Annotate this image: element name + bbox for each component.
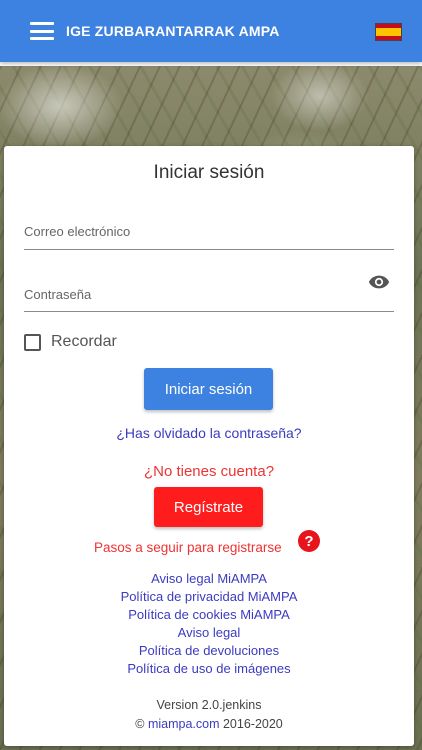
password-field[interactable]: Contraseña xyxy=(24,268,394,313)
legal-link[interactable]: Política de devoluciones xyxy=(4,642,414,660)
legal-link[interactable]: Aviso legal MiAMPA xyxy=(4,570,414,588)
spain-flag-icon[interactable] xyxy=(375,23,402,41)
legal-link[interactable]: Aviso legal xyxy=(4,624,414,642)
legal-link[interactable]: Política de cookies MiAMPA xyxy=(4,606,414,624)
menu-icon[interactable] xyxy=(30,22,54,40)
checkbox-icon[interactable] xyxy=(24,333,41,351)
email-label: Correo electrónico xyxy=(24,224,131,239)
app-bar: IGE ZURBARANTARRAK AMPA xyxy=(0,0,422,62)
app-title: IGE ZURBARANTARRAK AMPA xyxy=(66,23,280,39)
legal-link[interactable]: Política de uso de imágenes xyxy=(4,660,414,678)
login-card: Iniciar sesión Correo electrónico Contra… xyxy=(4,146,414,746)
email-underline xyxy=(24,249,394,250)
password-underline xyxy=(24,311,394,312)
legal-links: Aviso legal MiAMPA Política de privacida… xyxy=(4,570,414,678)
login-button[interactable]: Iniciar sesión xyxy=(144,368,273,410)
password-label: Contraseña xyxy=(24,287,92,302)
site-link[interactable]: miampa.com xyxy=(148,717,220,731)
forgot-password-link[interactable]: ¿Has olvidado la contraseña? xyxy=(4,425,414,441)
copyright-symbol: © xyxy=(135,717,145,731)
registration-steps-link[interactable]: Pasos a seguir para registrarse xyxy=(94,540,282,555)
copyright-years: 2016-2020 xyxy=(222,717,283,731)
register-button[interactable]: Regístrate xyxy=(154,487,263,527)
eye-icon[interactable] xyxy=(368,274,390,290)
no-account-text: ¿No tienes cuenta? xyxy=(143,463,275,480)
remember-label: Recordar xyxy=(51,333,117,350)
remember-checkbox[interactable]: Recordar xyxy=(24,333,117,351)
version-text: Version 2.0.jenkins xyxy=(156,698,262,712)
login-title: Iniciar sesión xyxy=(153,162,265,183)
legal-link[interactable]: Política de privacidad MiAMPA xyxy=(4,588,414,606)
email-field[interactable]: Correo electrónico xyxy=(24,206,394,251)
copyright: © miampa.com 2016-2020 xyxy=(4,717,414,731)
help-icon[interactable]: ? xyxy=(298,530,320,552)
